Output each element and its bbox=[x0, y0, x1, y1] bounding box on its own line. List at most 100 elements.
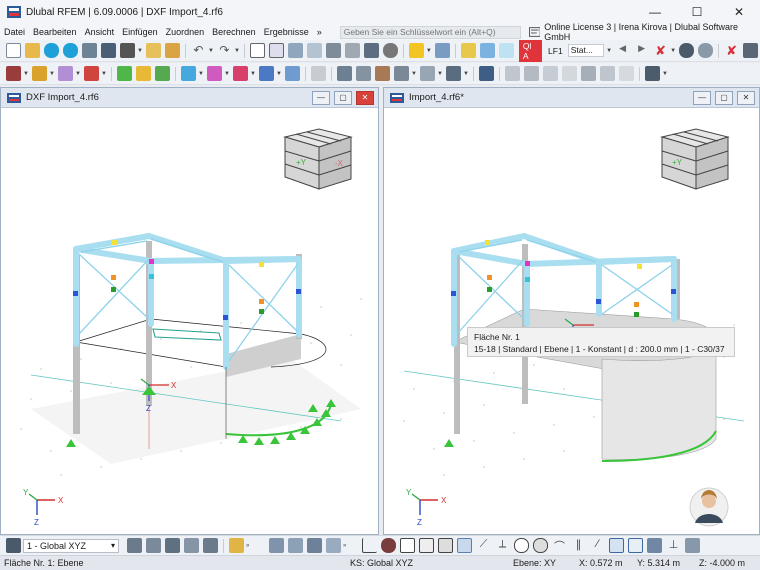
section-view-icon[interactable] bbox=[326, 538, 341, 553]
right-maximize-button[interactable]: ▢ bbox=[715, 90, 733, 105]
menu-overflow-icon[interactable]: » bbox=[317, 27, 322, 37]
hide-icon[interactable]: ✘ bbox=[724, 43, 739, 58]
table-view-icon[interactable] bbox=[307, 538, 322, 553]
load-badge[interactable]: Ql A bbox=[518, 39, 543, 62]
grid-dropdown-icon[interactable]: ▼ bbox=[437, 71, 443, 77]
polyline-icon[interactable] bbox=[84, 66, 99, 81]
report-icon[interactable] bbox=[146, 43, 161, 58]
load-highlight-icon[interactable] bbox=[498, 43, 514, 58]
grid-icon[interactable] bbox=[420, 66, 435, 81]
right-close-button[interactable]: ✕ bbox=[737, 90, 755, 105]
right-model-window[interactable]: Import_4.rf6* — ▢ ✕ +Y X Y Z bbox=[383, 87, 760, 535]
results-icon[interactable] bbox=[363, 43, 379, 58]
menu-zuordnen[interactable]: Zuordnen bbox=[166, 27, 205, 37]
left-model-window[interactable]: DXF Import_4.rf6 — ▢ ✕ X Z +Y -X X Y Z bbox=[0, 87, 379, 535]
view-model-icon[interactable] bbox=[127, 538, 142, 553]
next-icon[interactable]: ▶ bbox=[634, 43, 649, 58]
menu-einfuegen[interactable]: Einfügen bbox=[122, 27, 158, 37]
opening-icon[interactable] bbox=[207, 66, 222, 81]
snap-cross-icon[interactable] bbox=[438, 538, 453, 553]
support-icon[interactable] bbox=[117, 66, 132, 81]
snap-square-icon[interactable] bbox=[400, 538, 415, 553]
curve-icon[interactable] bbox=[543, 66, 558, 81]
cut-icon[interactable] bbox=[375, 66, 390, 81]
delete-load-dropdown-icon[interactable]: ▼ bbox=[670, 48, 676, 54]
wall-icon[interactable] bbox=[524, 66, 539, 81]
snap-dropdown-icon[interactable]: ▼ bbox=[463, 71, 469, 77]
section-icon[interactable] bbox=[306, 43, 322, 58]
view-xz-icon[interactable] bbox=[165, 538, 180, 553]
table-icon[interactable] bbox=[249, 43, 265, 58]
avatar[interactable] bbox=[689, 487, 729, 527]
overflow-icon[interactable]: » bbox=[343, 543, 348, 549]
close-window-button[interactable]: ✕ bbox=[718, 0, 760, 24]
open-file-icon[interactable] bbox=[25, 43, 40, 58]
hide-options-icon[interactable] bbox=[743, 43, 759, 58]
right-window-header[interactable]: Import_4.rf6* — ▢ ✕ bbox=[384, 88, 759, 108]
eye-icon[interactable] bbox=[698, 43, 714, 58]
maximize-button[interactable]: ☐ bbox=[676, 0, 718, 24]
calculate-icon[interactable] bbox=[325, 43, 341, 58]
opening-dropdown-icon[interactable]: ▼ bbox=[224, 71, 230, 77]
surface-dropdown-icon[interactable]: ▼ bbox=[198, 71, 204, 77]
magnet-icon[interactable] bbox=[381, 538, 396, 553]
frame-icon[interactable] bbox=[505, 66, 520, 81]
polyline-dropdown-icon[interactable]: ▼ bbox=[101, 71, 107, 77]
clip-dropdown-icon[interactable]: ▼ bbox=[411, 71, 417, 77]
undo-icon[interactable]: ↶ bbox=[191, 43, 206, 58]
snap-icon[interactable] bbox=[446, 66, 461, 81]
load-group-icon[interactable] bbox=[479, 43, 495, 58]
load-wizard-icon[interactable] bbox=[408, 43, 424, 58]
snap-angle-icon[interactable] bbox=[457, 538, 472, 553]
left-3d-viewport[interactable]: X Z +Y -X X Y Z bbox=[1, 109, 378, 535]
table-grid-icon[interactable] bbox=[268, 43, 284, 58]
redo-icon[interactable]: ↷ bbox=[217, 43, 232, 58]
surface-icon[interactable] bbox=[181, 66, 196, 81]
redo-dropdown-icon[interactable]: ▼ bbox=[234, 48, 240, 54]
snap-parallel-icon[interactable]: ∥ bbox=[571, 538, 586, 553]
left-window-header[interactable]: DXF Import_4.rf6 — ▢ ✕ bbox=[1, 88, 378, 108]
node-icon[interactable] bbox=[6, 66, 21, 81]
select-icon[interactable] bbox=[479, 66, 494, 81]
slope-icon[interactable] bbox=[619, 66, 634, 81]
snap-circle-icon[interactable] bbox=[514, 538, 529, 553]
workplane-icon[interactable] bbox=[609, 538, 624, 553]
search-input[interactable] bbox=[339, 25, 521, 39]
cube-icon[interactable] bbox=[285, 66, 300, 81]
view-iso-icon[interactable] bbox=[146, 538, 161, 553]
layers-icon[interactable] bbox=[645, 66, 660, 81]
delete-load-icon[interactable]: ✘ bbox=[653, 43, 668, 58]
layer-icon[interactable] bbox=[647, 538, 662, 553]
model-icon[interactable] bbox=[82, 43, 97, 58]
guide-grid-icon[interactable] bbox=[628, 538, 643, 553]
dlubal-app-icon[interactable] bbox=[44, 43, 59, 58]
stat-dropdown-icon[interactable]: ▼ bbox=[606, 48, 612, 54]
menu-ergebnisse[interactable]: Ergebnisse bbox=[264, 27, 309, 37]
snap-extend-icon[interactable]: ∕ bbox=[590, 538, 605, 553]
line-icon[interactable] bbox=[32, 66, 47, 81]
view-yz-icon[interactable] bbox=[184, 538, 199, 553]
menu-berechnen[interactable]: Berechnen bbox=[212, 27, 256, 37]
report-print-icon[interactable] bbox=[165, 43, 180, 58]
coordinate-system-icon[interactable] bbox=[6, 538, 21, 553]
load-dropdown-icon[interactable]: ▼ bbox=[276, 71, 282, 77]
solid-dropdown-icon[interactable]: ▼ bbox=[250, 71, 256, 77]
left-minimize-button[interactable]: — bbox=[312, 90, 330, 105]
snap-grid-icon[interactable] bbox=[419, 538, 434, 553]
left-maximize-button[interactable]: ▢ bbox=[334, 90, 352, 105]
layers-dropdown-icon[interactable]: ▼ bbox=[662, 71, 668, 77]
online-services-icon[interactable] bbox=[63, 43, 78, 58]
load-case-label[interactable]: LF1 bbox=[548, 46, 563, 56]
print-dropdown-icon[interactable]: ▼ bbox=[137, 48, 143, 54]
member-icon[interactable] bbox=[58, 66, 73, 81]
surface-support-icon[interactable] bbox=[136, 66, 151, 81]
solid-icon[interactable] bbox=[233, 66, 248, 81]
print-icon[interactable] bbox=[120, 43, 135, 58]
overflow-icon[interactable]: » bbox=[246, 543, 251, 549]
snap-center-icon[interactable] bbox=[533, 538, 548, 553]
new-file-icon[interactable] bbox=[6, 43, 21, 58]
guide-icon[interactable] bbox=[311, 66, 326, 81]
arc-icon[interactable] bbox=[562, 66, 577, 81]
menu-ansicht[interactable]: Ansicht bbox=[85, 27, 115, 37]
load-combo-icon[interactable] bbox=[434, 43, 450, 58]
